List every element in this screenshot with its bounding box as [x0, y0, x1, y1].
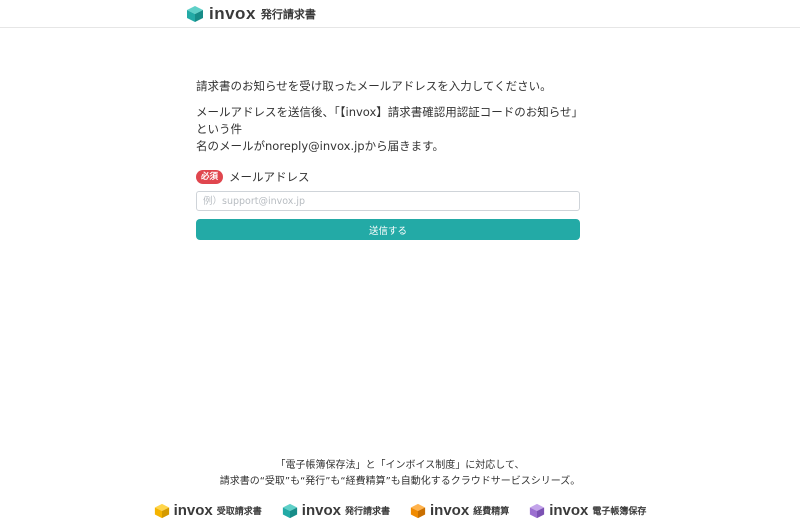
email-verification-form: 請求書のお知らせを受け取ったメールアドレスを入力してください。 メールアドレスを…: [196, 78, 580, 240]
product-name: 発行請求書: [344, 507, 390, 517]
email-input[interactable]: [196, 191, 580, 211]
product-series: invox 受取請求書 invox 発行請求書 invox 経費精算 invox…: [0, 502, 800, 519]
notice-line-1: メールアドレスを送信後、「【invox】請求書確認用認証コードのお知らせ」という…: [196, 105, 578, 136]
email-label-row: 必須 メールアドレス: [196, 169, 580, 185]
product-word: invox: [430, 502, 470, 519]
invox-cube-icon: [154, 503, 169, 518]
product-name: 電子帳簿保存: [592, 507, 647, 517]
instruction-text: 請求書のお知らせを受け取ったメールアドレスを入力してください。: [196, 79, 552, 93]
product-name: 経費精算: [473, 507, 510, 517]
invox-cube-icon: [187, 6, 203, 22]
invox-cube-icon: [410, 503, 426, 518]
product-issue-invoice[interactable]: invox 発行請求書: [282, 502, 390, 519]
brand-product-name: 発行請求書: [260, 8, 316, 21]
product-receive-invoice[interactable]: invox 受取請求書: [154, 502, 262, 519]
required-badge: 必須: [196, 170, 224, 184]
product-name: 受取請求書: [216, 507, 262, 517]
product-e-bookkeeping[interactable]: invox 電子帳簿保存: [529, 502, 646, 519]
brand-word: invox: [209, 4, 256, 23]
invox-cube-icon: [282, 503, 297, 518]
footer-tagline-2: 請求書の“受取”も“発行”も“経費精算”も自動化するクラウドサービスシリーズ。: [219, 476, 581, 487]
notice-line-2: 名のメールがnoreply@invox.jpから届きます。: [196, 139, 444, 153]
app-header: invox 発行請求書: [0, 0, 800, 28]
brand-logo[interactable]: invox 発行請求書: [186, 4, 316, 23]
product-word: invox: [173, 502, 213, 519]
product-word: invox: [549, 502, 589, 519]
product-expense[interactable]: invox 経費精算: [410, 502, 509, 519]
email-label: メールアドレス: [229, 170, 310, 184]
invox-cube-icon: [530, 503, 545, 518]
submit-button[interactable]: 送信する: [196, 219, 580, 240]
footer-tagline-1: 「電子帳簿保存法」と「インボイス制度」に対応して、: [275, 460, 525, 471]
notice-text: メールアドレスを送信後、「【invox】請求書確認用認証コードのお知らせ」という…: [196, 104, 580, 155]
product-word: invox: [301, 502, 341, 519]
